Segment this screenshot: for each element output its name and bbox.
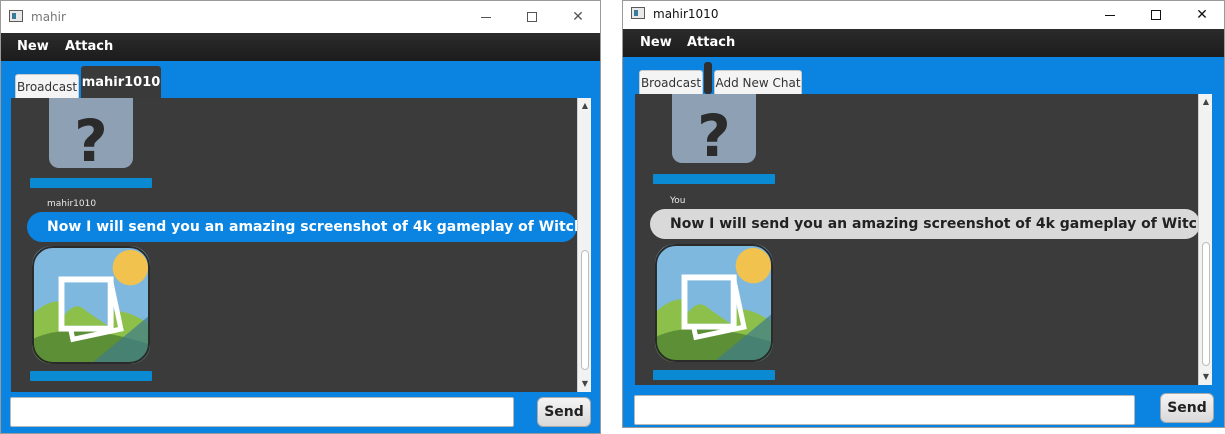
photo-icon[interactable]	[655, 244, 773, 362]
maximize-icon[interactable]	[1133, 1, 1179, 29]
vertical-scrollbar[interactable]: ▲ ▼	[1198, 94, 1212, 385]
file-progress-bar	[653, 370, 775, 380]
file-progress-bar	[30, 178, 152, 188]
menu-new[interactable]: New	[640, 35, 672, 50]
title-bar[interactable]: mahir ✕	[1, 1, 600, 33]
scroll-up-icon[interactable]: ▲	[1199, 96, 1212, 108]
message-bubble: Now I will send you an amazing screensho…	[27, 212, 591, 242]
menu-bar: New Attach	[1, 33, 600, 61]
tab-mahir1010[interactable]: mahir1010	[81, 66, 161, 98]
menu-new[interactable]: New	[17, 39, 49, 54]
tab-broadcast[interactable]: Broadcast	[639, 70, 703, 94]
message-bubble: Now I will send you an amazing screensho…	[650, 209, 1212, 239]
menu-bar: New Attach	[623, 29, 1224, 57]
message-list[interactable]: ? You Now I will send you an amazing scr…	[635, 94, 1212, 385]
scroll-down-icon[interactable]: ▼	[578, 378, 591, 390]
tab-add-new-chat[interactable]: Add New Chat	[714, 70, 802, 94]
file-progress-bar	[30, 371, 152, 381]
close-icon[interactable]: ✕	[555, 1, 600, 33]
question-mark-icon: ?	[672, 94, 756, 163]
chat-window-mahir: mahir ✕ New Attach Broadcast mahir1010 ?…	[0, 0, 601, 434]
minimize-icon[interactable]	[1087, 1, 1133, 29]
minimize-icon[interactable]	[463, 1, 509, 33]
file-progress-bar	[653, 174, 775, 184]
scroll-down-icon[interactable]: ▼	[1199, 371, 1212, 383]
scroll-thumb[interactable]	[581, 250, 589, 370]
scroll-up-icon[interactable]: ▲	[578, 100, 591, 112]
message-input[interactable]	[634, 395, 1135, 425]
tab-divider	[704, 62, 712, 94]
photo-icon[interactable]	[32, 246, 150, 364]
window-title: mahir	[31, 10, 66, 24]
send-button[interactable]: Send	[1160, 393, 1214, 423]
question-mark-icon: ?	[49, 98, 133, 168]
message-list[interactable]: ? mahir1010 Now I will send you an amazi…	[11, 98, 591, 392]
tab-broadcast[interactable]: Broadcast	[15, 74, 79, 98]
chat-panel: Broadcast mahir1010 ? mahir1010 Now I wi…	[1, 61, 600, 433]
app-window-icon	[631, 7, 645, 19]
close-icon[interactable]: ✕	[1179, 1, 1224, 29]
menu-attach[interactable]: Attach	[687, 35, 735, 50]
vertical-scrollbar[interactable]: ▲ ▼	[577, 98, 591, 392]
window-title: mahir1010	[653, 7, 719, 21]
message-sender: mahir1010	[47, 199, 97, 209]
send-button[interactable]: Send	[537, 397, 591, 427]
message-sender: You	[670, 196, 686, 206]
chat-window-mahir1010: mahir1010 ✕ New Attach Broadcast Add New…	[622, 0, 1225, 428]
message-input[interactable]	[10, 397, 514, 427]
title-bar[interactable]: mahir1010 ✕	[623, 1, 1224, 29]
menu-attach[interactable]: Attach	[65, 39, 113, 54]
chat-panel: Broadcast Add New Chat ? You Now I will …	[623, 57, 1224, 427]
app-window-icon	[9, 10, 23, 22]
maximize-icon[interactable]	[509, 1, 555, 33]
scroll-thumb[interactable]	[1202, 242, 1210, 366]
